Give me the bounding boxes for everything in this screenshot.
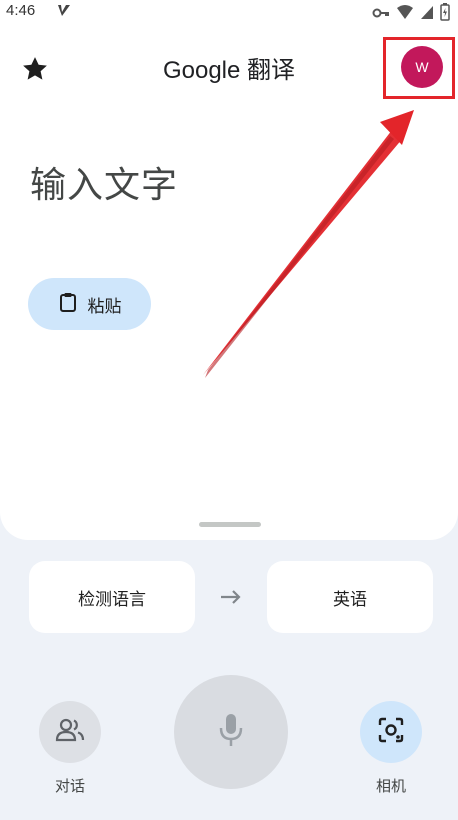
microphone-icon: [216, 712, 246, 752]
translation-input-card[interactable]: Google 翻译 W 输入文字 粘贴: [0, 26, 458, 540]
status-time: 4:46: [6, 2, 36, 19]
camera-label: 相机: [375, 777, 406, 795]
source-language-button[interactable]: 检测语言: [29, 561, 195, 633]
status-icons: [372, 3, 450, 25]
conversation-button[interactable]: [39, 701, 101, 763]
app-notification-icon: [56, 3, 72, 23]
target-language-label: 英语: [333, 589, 367, 610]
vpn-key-icon: [372, 5, 390, 24]
lens-camera-icon: [377, 716, 405, 748]
microphone-button[interactable]: [174, 675, 288, 789]
swap-languages-arrow-icon[interactable]: [219, 585, 243, 613]
paste-button[interactable]: 粘贴: [28, 278, 151, 330]
account-avatar[interactable]: W: [401, 46, 443, 88]
source-language-label: 检测语言: [78, 589, 146, 610]
clipboard-icon: [58, 292, 78, 317]
signal-icon: [420, 4, 434, 24]
drag-handle[interactable]: [199, 522, 261, 527]
text-input-placeholder[interactable]: 输入文字: [30, 156, 178, 208]
wifi-icon: [396, 4, 414, 24]
target-language-button[interactable]: 英语: [267, 561, 433, 633]
paste-label: 粘贴: [87, 296, 122, 317]
conversation-label: 对话: [54, 777, 85, 795]
battery-icon: [440, 3, 450, 25]
camera-button[interactable]: [360, 701, 422, 763]
status-bar: 4:46: [0, 0, 458, 26]
people-icon: [55, 717, 85, 747]
